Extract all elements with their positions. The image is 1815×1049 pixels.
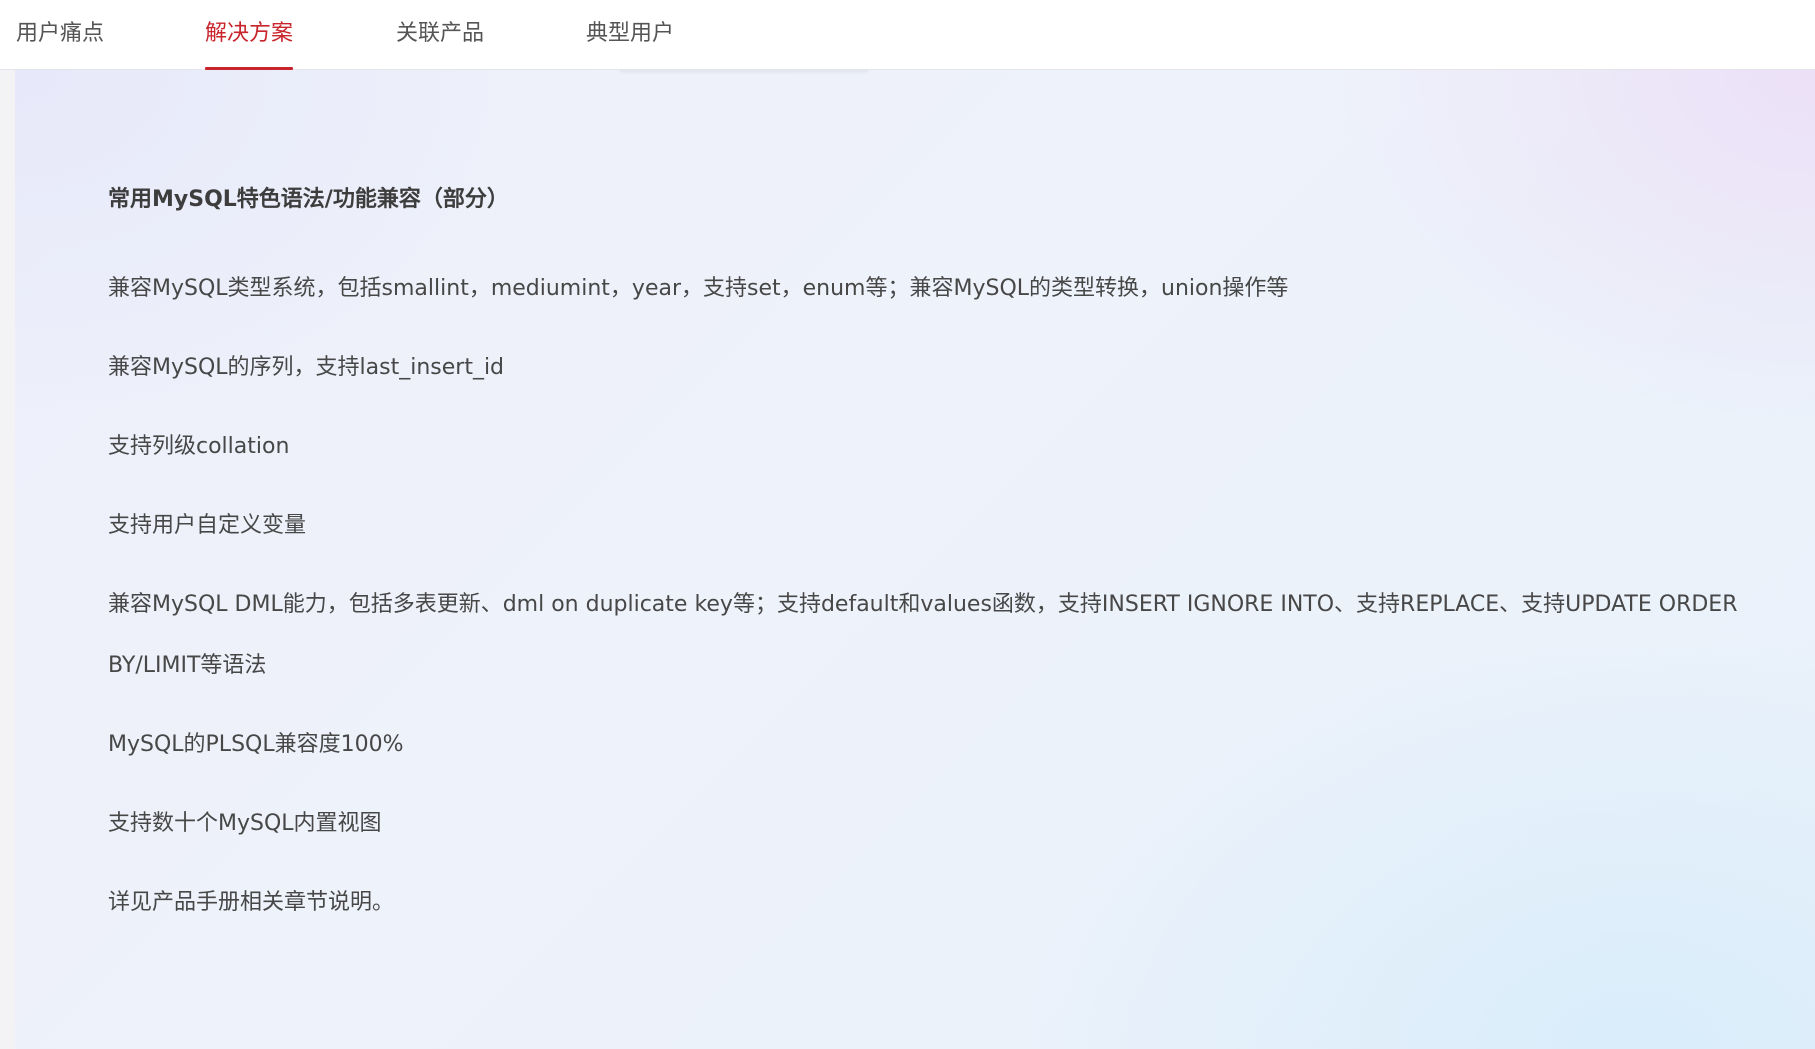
feature-item-type-system: 兼容MySQL类型系统，包括smallint，mediumint，year，支持… [108, 276, 1289, 301]
tab-user-pain-points[interactable]: 用户痛点 [16, 0, 104, 70]
feature-item-plsql: MySQL的PLSQL兼容度100% [108, 732, 404, 757]
feature-item-manual-note: 详见产品手册相关章节说明。 [108, 890, 395, 915]
feature-item-dml: 兼容MySQL DML能力，包括多表更新、dml on duplicate ke… [108, 592, 1738, 678]
left-gutter [0, 70, 15, 1049]
feature-item-sequence: 兼容MySQL的序列，支持last_insert_id [108, 355, 505, 380]
dropdown-shadow-edge [620, 70, 868, 75]
solution-content: 常用MySQL特色语法/功能兼容（部分） 兼容MySQL类型系统，包括small… [108, 178, 1788, 951]
section-heading: 常用MySQL特色语法/功能兼容（部分） [108, 187, 509, 212]
tab-related-products[interactable]: 关联产品 [396, 0, 484, 70]
tab-typical-users[interactable]: 典型用户 [586, 0, 674, 70]
tab-bar: 用户痛点 解决方案 关联产品 典型用户 [0, 0, 1815, 70]
solution-panel: 常用MySQL特色语法/功能兼容（部分） 兼容MySQL类型系统，包括small… [15, 70, 1815, 1049]
tab-solution[interactable]: 解决方案 [205, 0, 294, 70]
feature-item-builtin-views: 支持数十个MySQL内置视图 [108, 811, 382, 836]
feature-item-user-variables: 支持用户自定义变量 [108, 513, 307, 538]
feature-item-collation: 支持列级collation [108, 434, 290, 459]
